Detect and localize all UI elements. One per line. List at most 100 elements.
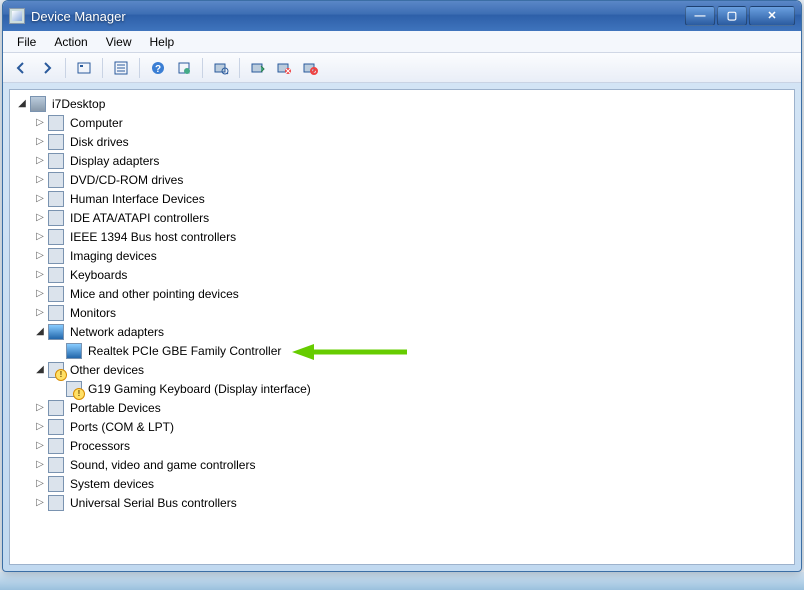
category-label: System devices [68, 476, 156, 492]
net-icon [66, 343, 82, 359]
titlebar[interactable]: Device Manager — ▢ ✕ [3, 1, 801, 31]
forward-button[interactable] [35, 56, 59, 80]
category-label: Network adapters [68, 324, 166, 340]
category-label: IEEE 1394 Bus host controllers [68, 229, 238, 245]
expand-icon[interactable]: ▷ [34, 174, 46, 186]
device-manager-window: Device Manager — ▢ ✕ File Action View He… [2, 0, 802, 572]
uninstall-button[interactable] [272, 56, 296, 80]
expand-icon[interactable]: ▷ [34, 193, 46, 205]
collapse-icon[interactable]: ◢ [16, 98, 28, 110]
show-hidden-button[interactable] [72, 56, 96, 80]
category-label: Imaging devices [68, 248, 159, 264]
category-label: Display adapters [68, 153, 161, 169]
category-label: Human Interface Devices [68, 191, 207, 207]
collapse-icon[interactable]: ◢ [34, 364, 46, 376]
expand-icon[interactable]: ▷ [34, 231, 46, 243]
taskbar-edge [0, 572, 804, 590]
toolbar-separator [139, 58, 140, 78]
category-network[interactable]: ◢ Network adapters [16, 322, 788, 341]
tree-root[interactable]: ◢ i7Desktop [16, 94, 788, 113]
expand-icon[interactable]: ▷ [34, 497, 46, 509]
expand-icon[interactable]: ▷ [34, 212, 46, 224]
expand-icon[interactable]: ▷ [34, 136, 46, 148]
category-disk[interactable]: ▷ Disk drives [16, 132, 788, 151]
device-label: G19 Gaming Keyboard (Display interface) [86, 381, 313, 397]
help-button[interactable]: ? [146, 56, 170, 80]
refresh-button[interactable] [172, 56, 196, 80]
category-usb[interactable]: ▷Universal Serial Bus controllers [16, 493, 788, 512]
scan-button[interactable] [209, 56, 233, 80]
category-label: Disk drives [68, 134, 131, 150]
category-portable[interactable]: ▷ Portable Devices [16, 398, 788, 417]
maximize-button[interactable]: ▢ [717, 6, 747, 26]
category-kbd[interactable]: ▷Keyboards [16, 265, 788, 284]
computer-icon [30, 96, 46, 112]
category-other[interactable]: ◢ Other devices [16, 360, 788, 379]
device-icon [48, 400, 64, 416]
category-ports[interactable]: ▷Ports (COM & LPT) [16, 417, 788, 436]
category-label: Sound, video and game controllers [68, 457, 257, 473]
menu-action[interactable]: Action [46, 33, 95, 51]
device-icon [48, 115, 64, 131]
category-label: Monitors [68, 305, 118, 321]
expand-icon[interactable]: ▷ [34, 402, 46, 414]
disable-button[interactable] [298, 56, 322, 80]
device-icon [48, 248, 64, 264]
no-expand [52, 383, 64, 395]
device-label: Realtek PCIe GBE Family Controller [86, 343, 283, 359]
expand-icon[interactable]: ▷ [34, 117, 46, 129]
category-hid[interactable]: ▷ Human Interface Devices [16, 189, 788, 208]
device-icon [48, 305, 64, 321]
category-ide[interactable]: ▷IDE ATA/ATAPI controllers [16, 208, 788, 227]
menu-help[interactable]: Help [142, 33, 183, 51]
expand-icon[interactable]: ▷ [34, 307, 46, 319]
expand-icon[interactable]: ▷ [34, 250, 46, 262]
category-sound[interactable]: ▷ Sound, video and game controllers [16, 455, 788, 474]
warn-icon [66, 381, 82, 397]
expand-icon[interactable]: ▷ [34, 440, 46, 452]
expand-icon[interactable]: ▷ [34, 459, 46, 471]
device-icon [48, 495, 64, 511]
menubar: File Action View Help [3, 31, 801, 53]
window-title: Device Manager [31, 9, 685, 24]
device-tree-panel[interactable]: ◢i7Desktop▷Computer▷Disk drives▷Display … [9, 89, 795, 565]
collapse-icon[interactable]: ◢ [34, 326, 46, 338]
minimize-button[interactable]: — [685, 6, 715, 26]
svg-text:?: ? [155, 64, 161, 75]
device-g19[interactable]: G19 Gaming Keyboard (Display interface) [16, 379, 788, 398]
category-label: Other devices [68, 362, 146, 378]
root-label: i7Desktop [50, 96, 107, 112]
back-button[interactable] [9, 56, 33, 80]
category-dvd[interactable]: ▷DVD/CD-ROM drives [16, 170, 788, 189]
device-icon [48, 267, 64, 283]
expand-icon[interactable]: ▷ [34, 155, 46, 167]
device-icon [48, 153, 64, 169]
device-icon [48, 191, 64, 207]
device-icon [48, 438, 64, 454]
device-icon [48, 457, 64, 473]
category-monitors[interactable]: ▷ Monitors [16, 303, 788, 322]
category-label: Processors [68, 438, 132, 454]
update-button[interactable] [246, 56, 270, 80]
category-system[interactable]: ▷ System devices [16, 474, 788, 493]
category-display[interactable]: ▷ Display adapters [16, 151, 788, 170]
category-cpu[interactable]: ▷ Processors [16, 436, 788, 455]
no-expand [52, 345, 64, 357]
expand-icon[interactable]: ▷ [34, 269, 46, 281]
category-computer[interactable]: ▷Computer [16, 113, 788, 132]
device-realtek[interactable]: Realtek PCIe GBE Family Controller [16, 341, 788, 360]
properties-button[interactable] [109, 56, 133, 80]
category-label: Portable Devices [68, 400, 163, 416]
warn-icon [48, 362, 64, 378]
category-mice[interactable]: ▷Mice and other pointing devices [16, 284, 788, 303]
expand-icon[interactable]: ▷ [34, 288, 46, 300]
expand-icon[interactable]: ▷ [34, 421, 46, 433]
close-button[interactable]: ✕ [749, 6, 795, 26]
category-1394[interactable]: ▷ IEEE 1394 Bus host controllers [16, 227, 788, 246]
toolbar-separator [65, 58, 66, 78]
category-imaging[interactable]: ▷ Imaging devices [16, 246, 788, 265]
device-icon [48, 419, 64, 435]
menu-view[interactable]: View [98, 33, 140, 51]
expand-icon[interactable]: ▷ [34, 478, 46, 490]
menu-file[interactable]: File [9, 33, 44, 51]
